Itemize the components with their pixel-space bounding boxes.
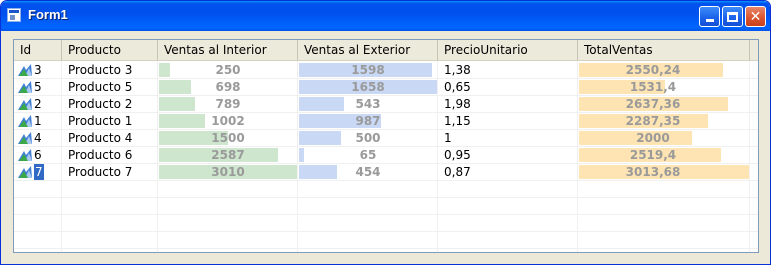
cell-total-label: 1531,4	[629, 80, 677, 94]
cell-precio: 1,15	[444, 114, 471, 128]
form-icon[interactable]	[7, 8, 21, 22]
cell-precio: 1,98	[444, 97, 471, 111]
title-bar[interactable]: Form1 ✕	[1, 1, 770, 31]
cell-producto: Producto 7	[68, 165, 133, 179]
cell-total-label: 2287,35	[625, 114, 681, 128]
id-text: 4	[34, 131, 42, 145]
cell-interior-label: 1002	[211, 114, 245, 128]
product-chart-icon	[18, 98, 32, 110]
column-header-total[interactable]: TotalVentas	[578, 40, 750, 60]
table-row[interactable]: 1 Producto 1 1,15 1002 987 2287,35	[14, 113, 758, 130]
cell-producto: Producto 6	[68, 148, 133, 162]
cell-precio: 0,95	[444, 148, 471, 162]
maximize-button[interactable]	[722, 6, 743, 27]
table-row[interactable]: 4 Producto 4 1 1500 500 2000	[14, 130, 758, 147]
empty-row	[14, 215, 758, 232]
table-row[interactable]: 2 Producto 2 1,98 789 543 2637,36	[14, 96, 758, 113]
window-title: Form1	[28, 7, 68, 22]
column-header-row: Id Producto Ventas al Interior Ventas al Ex…	[14, 40, 758, 61]
id-text: 3	[34, 63, 42, 77]
cell-id: 2	[14, 96, 62, 112]
empty-row	[14, 232, 758, 249]
id-text: 7	[34, 164, 44, 180]
cell-interior-label: 789	[215, 97, 241, 111]
column-header-interior[interactable]: Ventas al Interior	[158, 40, 298, 60]
table-row[interactable]: 7 Producto 7 0,87 3010 454 3013,68	[14, 164, 758, 181]
cell-total-label: 2000	[636, 131, 670, 145]
column-header-producto[interactable]: Producto	[62, 40, 158, 60]
cell-interior-label: 1500	[211, 131, 245, 145]
id-text: 2	[34, 97, 42, 111]
cell-interior-label: 2587	[211, 148, 245, 162]
close-icon: ✕	[749, 8, 762, 25]
form-client-area: Id Producto Ventas al Interior Ventas al Ex…	[5, 31, 767, 261]
cell-exterior-label: 1598	[351, 63, 385, 77]
cell-producto: Producto 2	[68, 97, 133, 111]
cell-id: 1	[14, 113, 62, 129]
product-chart-icon	[18, 81, 32, 93]
cell-interior-label: 250	[215, 63, 241, 77]
empty-row	[14, 198, 758, 215]
cell-id: 7	[14, 164, 62, 180]
cell-precio: 0,87	[444, 165, 471, 179]
cell-exterior-label: 543	[355, 97, 381, 111]
maximize-icon	[727, 11, 738, 22]
table-row[interactable]: 5 Producto 5 0,65 698 1658 1531,4	[14, 79, 758, 96]
cell-total-label: 3013,68	[625, 165, 681, 179]
cell-precio: 1	[444, 131, 452, 145]
cell-exterior-label: 454	[355, 165, 381, 179]
cell-producto: Producto 1	[68, 114, 133, 128]
cell-exterior-label: 500	[355, 131, 381, 145]
sales-listview[interactable]: Id Producto Ventas al Interior Ventas al Ex…	[13, 39, 759, 253]
id-text: 5	[34, 80, 42, 94]
table-row[interactable]: 3 Producto 3 1,38 250 1598 2550,24	[14, 62, 758, 79]
cell-producto: Producto 5	[68, 80, 133, 94]
cell-id: 5	[14, 79, 62, 95]
cell-precio: 1,38	[444, 63, 471, 77]
cell-total-label: 2637,36	[625, 97, 681, 111]
form1-window: Form1 ✕ Id Producto Ventas al Interior Vent…	[0, 0, 771, 265]
cell-interior-label: 3010	[211, 165, 245, 179]
column-header-exterior[interactable]: Ventas al Exterior	[298, 40, 438, 60]
id-text: 6	[34, 148, 42, 162]
product-chart-icon	[18, 149, 32, 161]
cell-producto: Producto 3	[68, 63, 133, 77]
cell-id: 3	[14, 62, 62, 78]
cell-exterior-label: 1658	[351, 80, 385, 94]
cell-producto: Producto 4	[68, 131, 133, 145]
cell-exterior-label: 987	[355, 114, 381, 128]
column-header-precio[interactable]: PrecioUnitario	[438, 40, 578, 60]
column-header-id[interactable]: Id	[14, 40, 62, 60]
minimize-icon	[705, 19, 714, 22]
product-chart-icon	[18, 166, 32, 178]
close-button[interactable]: ✕	[745, 6, 766, 27]
empty-row	[14, 181, 758, 198]
cell-exterior-label: 65	[359, 148, 377, 162]
cell-id: 6	[14, 147, 62, 163]
product-chart-icon	[18, 64, 32, 76]
cell-total-label: 2550,24	[625, 63, 681, 77]
minimize-button[interactable]	[699, 6, 720, 27]
cell-id: 4	[14, 130, 62, 146]
cell-precio: 0,65	[444, 80, 471, 94]
product-chart-icon	[18, 115, 32, 127]
cell-total-label: 2519,4	[629, 148, 677, 162]
id-text: 1	[34, 114, 42, 128]
cell-interior-label: 698	[215, 80, 241, 94]
table-row[interactable]: 6 Producto 6 0,95 2587 65 2519,4	[14, 147, 758, 164]
product-chart-icon	[18, 132, 32, 144]
